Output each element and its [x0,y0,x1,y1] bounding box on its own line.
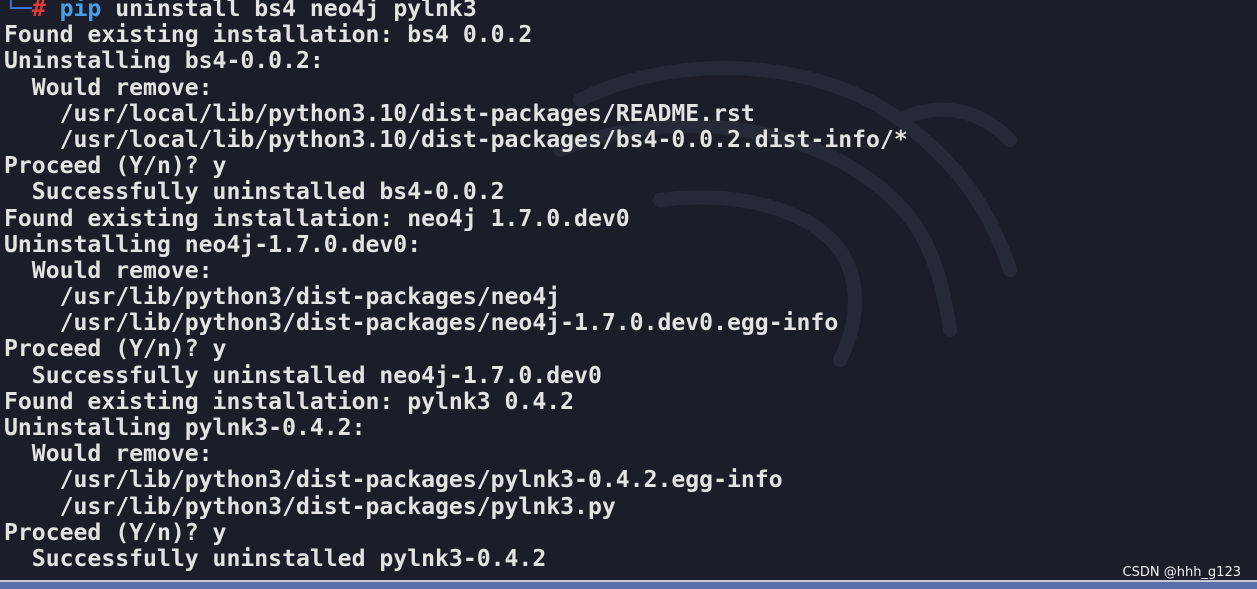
output-line: Found existing installation: pylnk3 0.4.… [4,388,575,415]
prompt-line: └─# pip uninstall bs4 neo4j pylnk3 [4,0,908,22]
output-line: Proceed (Y/n)? y [4,519,227,546]
command-args: uninstall bs4 neo4j pylnk3 [101,0,477,22]
output-line: Proceed (Y/n)? y [4,336,227,363]
output-line: Successfully uninstalled neo4j-1.7.0.dev… [4,362,602,389]
prompt-corner: └─ [4,0,32,22]
output-line: Uninstalling bs4-0.0.2: [4,48,324,75]
output-line: Would remove: [4,441,213,468]
output-line: Would remove: [4,74,213,101]
terminal-output: └─# pip uninstall bs4 neo4j pylnk3 Found … [4,0,908,572]
output-line: /usr/lib/python3/dist-packages/neo4j-1.7… [4,310,839,337]
output-line: /usr/lib/python3/dist-packages/pylnk3-0.… [4,467,783,494]
prompt-symbol: # [31,0,46,22]
output-line: Successfully uninstalled pylnk3-0.4.2 [4,545,547,572]
output-line: Successfully uninstalled bs4-0.0.2 [4,179,505,206]
output-line: Would remove: [4,257,213,284]
output-line: Uninstalling neo4j-1.7.0.dev0: [4,231,422,258]
output-line: Found existing installation: neo4j 1.7.0… [4,205,630,232]
output-line: /usr/local/lib/python3.10/dist-packages/… [4,100,755,127]
output-line: /usr/lib/python3/dist-packages/neo4j [4,284,561,311]
command-program: pip [59,0,102,22]
output-line: Uninstalling pylnk3-0.4.2: [4,415,366,441]
terminal-window[interactable]: └─# pip uninstall bs4 neo4j pylnk3 Found … [0,0,1257,589]
watermark-credit: CSDN @hhh_g123 [1122,565,1241,580]
output-line: /usr/lib/python3/dist-packages/pylnk3.py [4,493,616,520]
output-line: /usr/local/lib/python3.10/dist-packages/… [4,126,908,153]
output-line: Proceed (Y/n)? y [4,153,227,180]
window-bottom-border [0,580,1257,589]
output-line: Found existing installation: bs4 0.0.2 [4,22,533,49]
